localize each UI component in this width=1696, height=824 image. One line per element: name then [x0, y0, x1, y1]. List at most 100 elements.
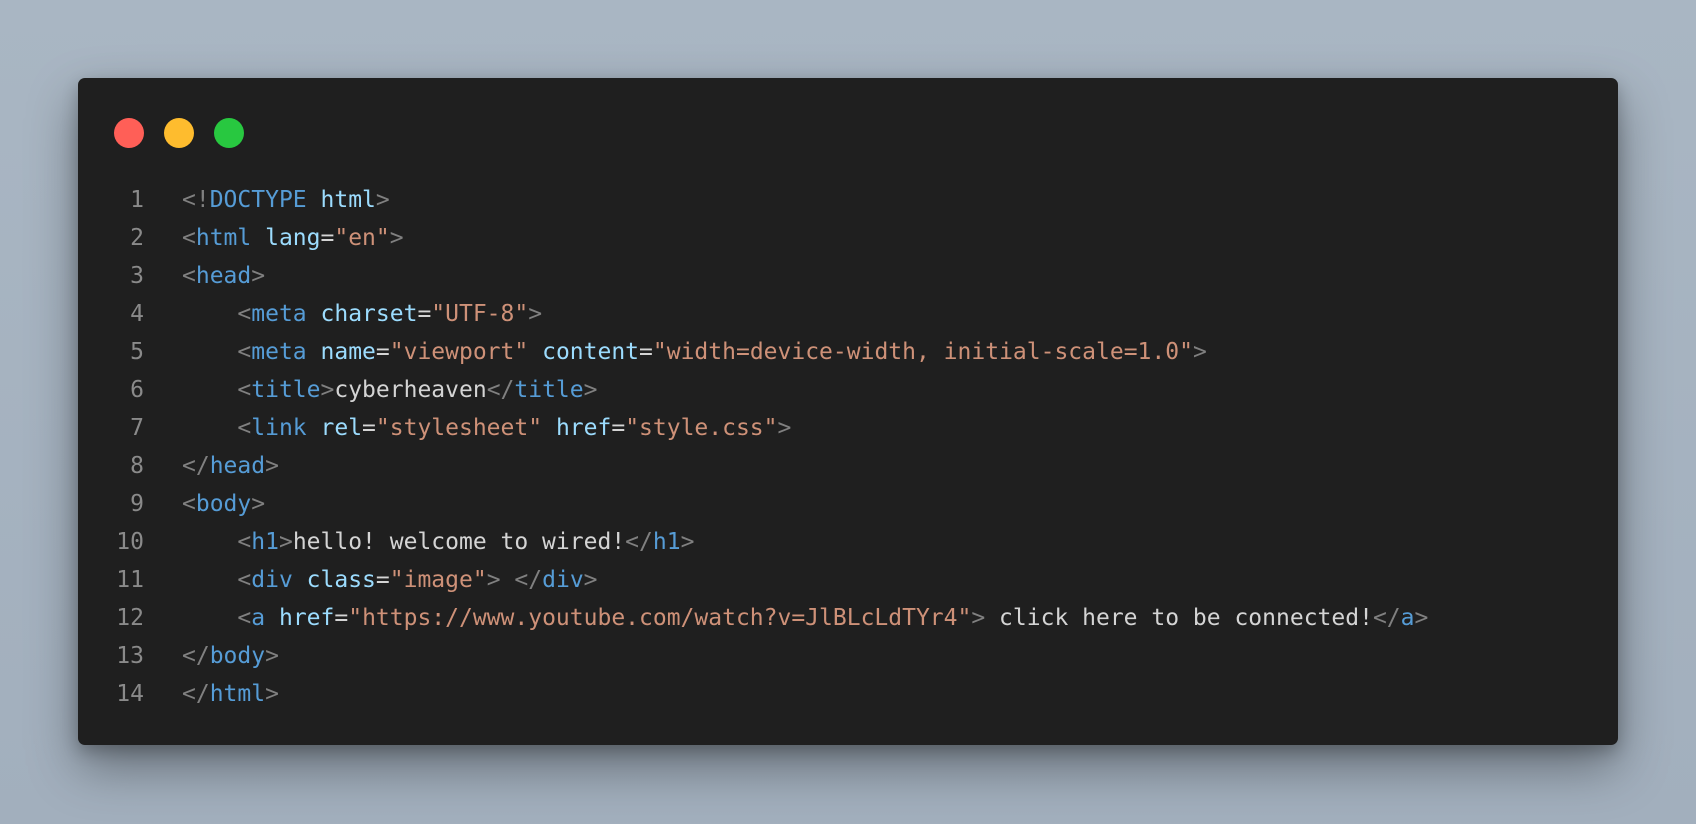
code-line: 11 <div class="image"> </div>	[78, 561, 1428, 599]
line-content: <html lang="en">	[182, 219, 404, 257]
line-number: 10	[116, 529, 144, 555]
code-token: >	[486, 567, 501, 593]
code-token: "UTF-8"	[431, 301, 529, 327]
code-token: >	[251, 263, 266, 289]
code-token: <	[237, 529, 252, 555]
line-number: 7	[130, 415, 144, 441]
code-token: <!	[182, 187, 210, 213]
code-token: <	[182, 491, 196, 517]
line-number: 13	[116, 643, 144, 669]
code-line: 9 <body>	[78, 485, 1428, 523]
line-content: </head>	[182, 447, 279, 485]
code-token: body	[195, 491, 252, 517]
code-token: =	[334, 605, 349, 631]
code-token: href	[278, 605, 335, 631]
code-token: head	[195, 263, 252, 289]
line-content: </html>	[182, 675, 279, 713]
code-token: "viewport"	[389, 339, 529, 365]
code-token: cyberheaven	[334, 377, 487, 403]
code-token: =	[375, 339, 390, 365]
code-token: >	[278, 529, 293, 555]
line-number: 8	[130, 453, 144, 479]
code-token: a	[1400, 605, 1415, 631]
code-token: meta	[251, 301, 307, 327]
code-token: >	[320, 377, 335, 403]
line-content: <!DOCTYPE html>	[182, 181, 390, 219]
code-token: div	[542, 567, 584, 593]
code-token: "en"	[334, 225, 390, 251]
code-token: h1	[251, 529, 279, 555]
zoom-button[interactable]	[214, 118, 244, 148]
code-token: =	[362, 415, 376, 441]
code-token: >	[265, 681, 279, 707]
code-token: >	[265, 453, 279, 479]
line-number: 4	[130, 301, 144, 327]
code-token: =	[611, 415, 626, 441]
code-token: >	[583, 377, 598, 403]
code-token: </	[182, 453, 210, 479]
code-line: 7 <link rel="stylesheet" href="style.css…	[78, 409, 1428, 447]
line-number: 3	[130, 263, 144, 289]
code-token: div	[251, 567, 293, 593]
code-token: href	[555, 415, 612, 441]
code-token: h1	[652, 529, 681, 555]
code-token: </	[182, 643, 210, 669]
code-token: charset	[320, 301, 418, 327]
code-token: <	[237, 415, 252, 441]
line-content: <meta charset="UTF-8">	[182, 295, 542, 333]
line-number: 2	[130, 225, 144, 251]
code-token: <	[237, 377, 252, 403]
code-token: >	[1192, 339, 1207, 365]
code-token: =	[639, 339, 653, 365]
code-window: 1 <!DOCTYPE html> 2 <html lang="en"> 3 <head>…	[78, 78, 1618, 745]
line-content: <div class="image"> </div>	[182, 561, 598, 599]
code-token: </	[625, 529, 653, 555]
code-token: head	[209, 453, 266, 479]
code-token: "https://www.youtube.com/watch?v=JlBLcLd…	[348, 605, 972, 631]
line-content: <meta name="viewport" content="width=dev…	[182, 333, 1207, 371]
code-token: >	[375, 187, 390, 213]
line-number: 5	[130, 339, 144, 365]
code-token: >	[528, 301, 543, 327]
code-block: 1 <!DOCTYPE html> 2 <html lang="en"> 3 <head>…	[78, 181, 1428, 713]
minimize-button[interactable]	[164, 118, 194, 148]
code-token: rel	[320, 415, 363, 441]
code-token: hello! welcome to wired!	[292, 529, 626, 555]
line-number: 6	[130, 377, 144, 403]
code-token: </	[1372, 605, 1401, 631]
code-token: <	[182, 225, 196, 251]
code-line: 12 <a href="https://www.youtube.com/watc…	[78, 599, 1428, 637]
code-token: lang	[265, 225, 321, 251]
code-token: </	[486, 377, 515, 403]
line-content: <link rel="stylesheet" href="style.css">	[182, 409, 791, 447]
code-token: DOCTYPE	[209, 187, 307, 213]
line-number: 14	[116, 681, 144, 707]
window-controls	[114, 118, 244, 148]
code-line: 5 <meta name="viewport" content="width=d…	[78, 333, 1428, 371]
code-line: 1 <!DOCTYPE html>	[78, 181, 1428, 219]
code-token: <	[237, 339, 252, 365]
code-line: 4 <meta charset="UTF-8">	[78, 295, 1428, 333]
code-token: html	[320, 187, 376, 213]
line-content: <title>cyberheaven</title>	[182, 371, 598, 409]
code-token: class	[306, 567, 376, 593]
code-line: 14 </html>	[78, 675, 1428, 713]
close-button[interactable]	[114, 118, 144, 148]
line-number: 11	[116, 567, 144, 593]
code-token: </	[182, 681, 210, 707]
code-token: >	[583, 567, 598, 593]
line-content: <h1>hello! welcome to wired!</h1>	[182, 523, 694, 561]
code-token: <	[237, 567, 252, 593]
code-line: 10 <h1>hello! welcome to wired!</h1>	[78, 523, 1428, 561]
